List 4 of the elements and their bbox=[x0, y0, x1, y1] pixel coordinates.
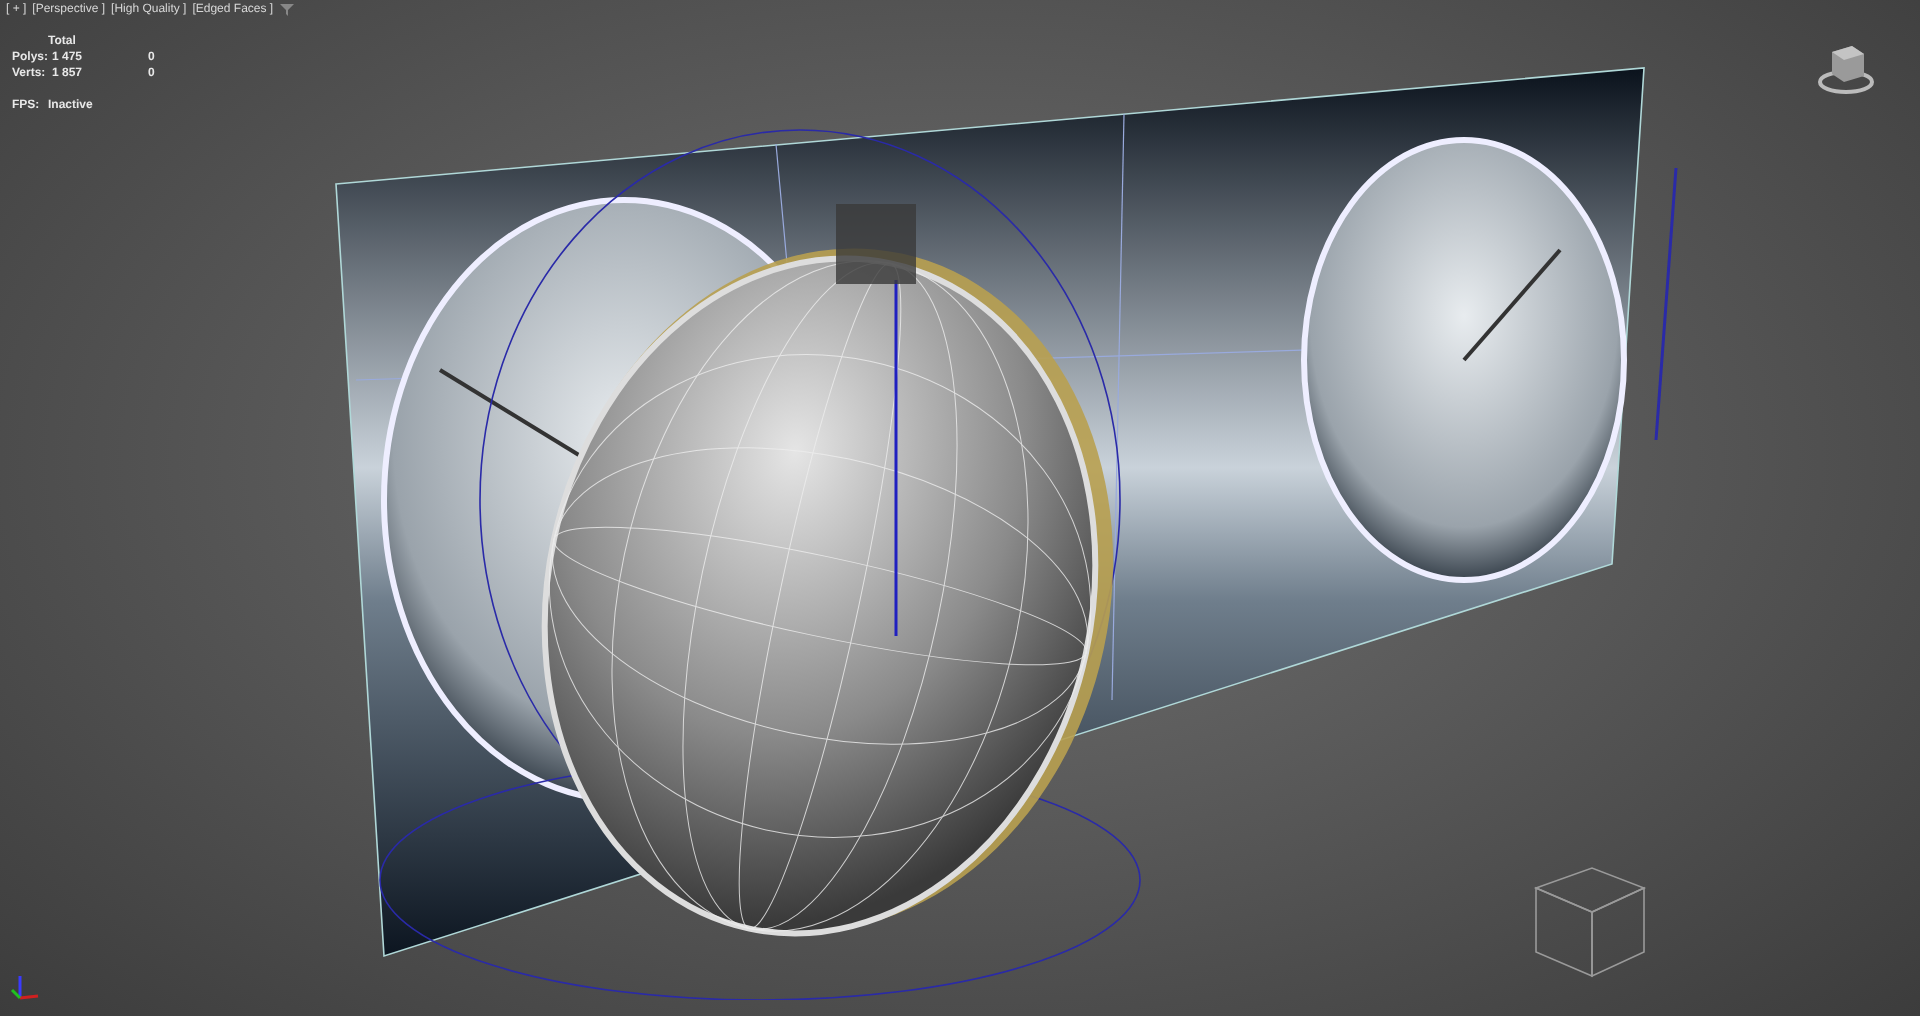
axis-tripod-icon bbox=[8, 972, 40, 1004]
filter-icon[interactable] bbox=[279, 2, 294, 16]
wireframe-cube-icon bbox=[1532, 864, 1648, 980]
viewcube-icon[interactable] bbox=[1816, 40, 1876, 96]
